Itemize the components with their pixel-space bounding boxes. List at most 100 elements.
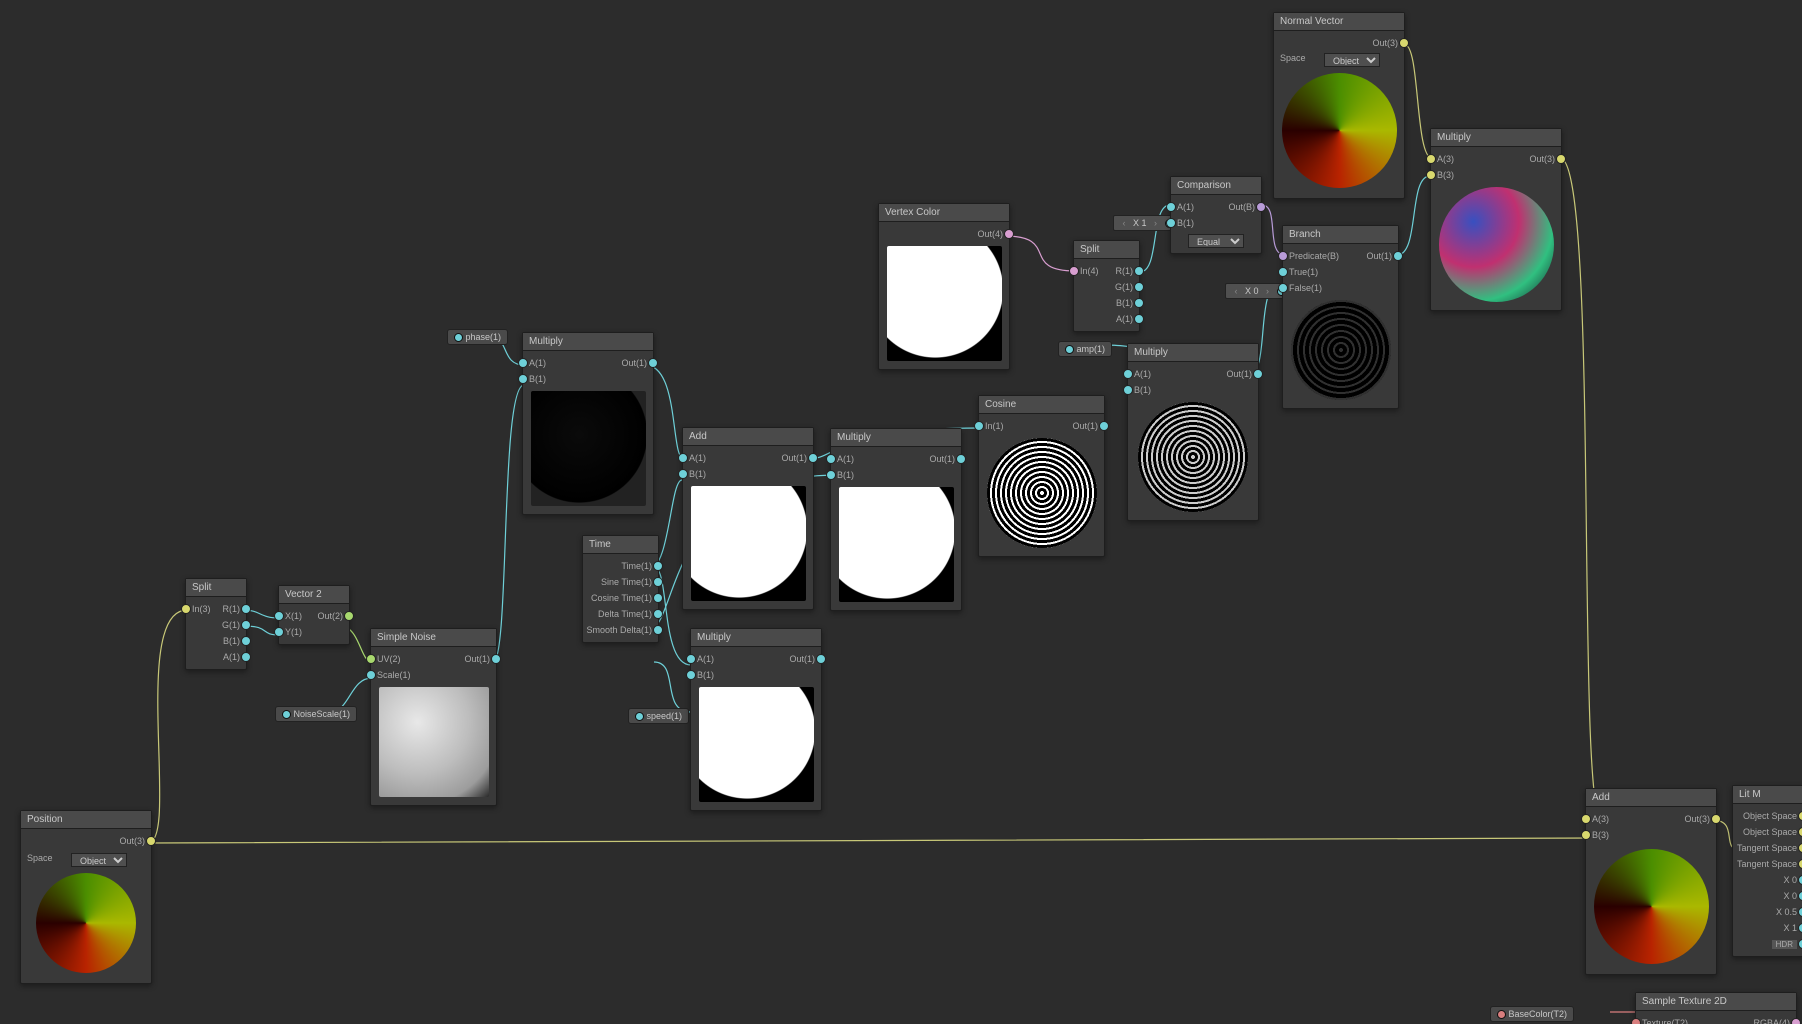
node-title[interactable]: Vertex Color xyxy=(879,204,1009,222)
node-multiply[interactable]: Multiply A(1)Out(1) B(1) xyxy=(830,428,962,611)
node-add[interactable]: Add A(1)Out(1) B(1) xyxy=(682,427,814,610)
node-title[interactable]: Sample Texture 2D xyxy=(1636,993,1796,1011)
port-in[interactable] xyxy=(1069,266,1079,276)
node-title[interactable]: Multiply xyxy=(1128,344,1258,362)
port-out[interactable] xyxy=(635,712,644,721)
port[interactable] xyxy=(1798,939,1802,949)
port[interactable] xyxy=(1798,859,1802,869)
node-normal-vector[interactable]: Normal Vector Out(3) SpaceObject xyxy=(1273,12,1405,199)
node-multiply[interactable]: Multiply A(1)Out(1) B(1) xyxy=(522,332,654,515)
node-title[interactable]: Vector 2 xyxy=(279,586,349,604)
space-select[interactable]: Object xyxy=(71,853,127,867)
drag-x[interactable]: ‹ xyxy=(1119,218,1129,228)
port-a[interactable] xyxy=(826,454,836,464)
port-uv[interactable] xyxy=(366,654,376,664)
port-tex[interactable] xyxy=(1631,1018,1641,1024)
drag-x[interactable]: › xyxy=(1151,218,1161,228)
node-title[interactable]: Lit M xyxy=(1733,786,1802,804)
node-sample-texture-2d[interactable]: Sample Texture 2D Texture(T2)RGBA(4) xyxy=(1635,992,1797,1024)
node-split[interactable]: Split In(3)R(1) G(1) B(1) A(1) xyxy=(185,578,247,670)
port[interactable] xyxy=(1798,891,1802,901)
node-time[interactable]: Time Time(1) Sine Time(1) Cosine Time(1)… xyxy=(582,535,659,643)
node-cosine[interactable]: Cosine In(1)Out(1) xyxy=(978,395,1105,557)
port-out[interactable] xyxy=(816,654,826,664)
port-out[interactable] xyxy=(1711,814,1721,824)
port-out[interactable] xyxy=(344,611,354,621)
node-title[interactable]: Multiply xyxy=(523,333,653,351)
node-title[interactable]: Add xyxy=(1586,789,1716,807)
node-title[interactable]: Comparison xyxy=(1171,177,1261,195)
port-b[interactable] xyxy=(518,374,528,384)
port-g[interactable] xyxy=(1134,282,1144,292)
port-y[interactable] xyxy=(274,627,284,637)
port-out[interactable] xyxy=(282,710,291,719)
port-x[interactable] xyxy=(274,611,284,621)
port-out[interactable] xyxy=(146,836,156,846)
node-title[interactable]: Add xyxy=(683,428,813,446)
port-predicate[interactable] xyxy=(1278,251,1288,261)
port-time[interactable] xyxy=(653,561,663,571)
port-out[interactable] xyxy=(1399,38,1409,48)
port-delta[interactable] xyxy=(653,609,663,619)
port-a[interactable] xyxy=(1166,202,1176,212)
drag-x[interactable]: › xyxy=(1263,286,1273,296)
port-smooth[interactable] xyxy=(653,625,663,635)
port-rgba[interactable] xyxy=(1791,1018,1801,1024)
space-select[interactable]: Object xyxy=(1324,53,1380,67)
port-a[interactable] xyxy=(686,654,696,664)
node-branch[interactable]: Branch Predicate(B)Out(1) True(1) False(… xyxy=(1282,225,1399,409)
port-r[interactable] xyxy=(241,604,251,614)
port-g[interactable] xyxy=(241,620,251,630)
node-title[interactable]: Normal Vector xyxy=(1274,13,1404,31)
port-out[interactable] xyxy=(1556,154,1566,164)
node-title[interactable]: Cosine xyxy=(979,396,1104,414)
port-a[interactable] xyxy=(1581,814,1591,824)
port-a[interactable] xyxy=(518,358,528,368)
port-cosine[interactable] xyxy=(653,593,663,603)
port-out[interactable] xyxy=(1065,345,1074,354)
port-a[interactable] xyxy=(1123,369,1133,379)
node-comparison[interactable]: Comparison A(1)Out(B) B(1) Equal xyxy=(1170,176,1262,254)
node-multiply[interactable]: Multiply A(1)Out(1) B(1) xyxy=(690,628,822,811)
port-out[interactable] xyxy=(1099,421,1109,431)
port-out[interactable] xyxy=(1393,251,1403,261)
drag-x[interactable]: ‹ xyxy=(1231,286,1241,296)
prop-amp[interactable]: amp(1) xyxy=(1058,341,1112,357)
node-title[interactable]: Multiply xyxy=(1431,129,1561,147)
node-title[interactable]: Branch xyxy=(1283,226,1398,244)
port-out[interactable] xyxy=(454,333,463,342)
port-b[interactable] xyxy=(1166,218,1176,228)
node-simple-noise[interactable]: Simple Noise UV(2)Out(1) Scale(1) xyxy=(370,628,497,806)
port[interactable] xyxy=(1798,827,1802,837)
prop-basecolor[interactable]: BaseColor(T2) xyxy=(1490,1006,1574,1022)
port-out[interactable] xyxy=(491,654,501,664)
port-true[interactable] xyxy=(1278,267,1288,277)
port-b[interactable] xyxy=(686,670,696,680)
prop-noisescale[interactable]: NoiseScale(1) xyxy=(275,706,357,722)
port-out[interactable] xyxy=(808,453,818,463)
port-b[interactable] xyxy=(1123,385,1133,395)
port-r[interactable] xyxy=(1134,266,1144,276)
port-b[interactable] xyxy=(1426,170,1436,180)
port-b[interactable] xyxy=(1581,830,1591,840)
port-out[interactable] xyxy=(1253,369,1263,379)
node-multiply[interactable]: Multiply A(3)Out(3) B(3) xyxy=(1430,128,1562,311)
node-vertex-color[interactable]: Vertex Color Out(4) xyxy=(878,203,1010,370)
port-in[interactable] xyxy=(181,604,191,614)
port-scale[interactable] xyxy=(366,670,376,680)
port-out[interactable] xyxy=(648,358,658,368)
prop-speed[interactable]: speed(1) xyxy=(628,708,689,724)
node-title[interactable]: Simple Noise xyxy=(371,629,496,647)
port-sine[interactable] xyxy=(653,577,663,587)
port-false[interactable] xyxy=(1278,283,1288,293)
port-b[interactable] xyxy=(241,636,251,646)
port-a[interactable] xyxy=(1426,154,1436,164)
node-lit-master[interactable]: Lit M Object Space Object Space Tangent … xyxy=(1732,785,1802,957)
port-out[interactable] xyxy=(1497,1010,1506,1019)
node-title[interactable]: Multiply xyxy=(831,429,961,447)
port[interactable] xyxy=(1798,923,1802,933)
prop-phase[interactable]: phase(1) xyxy=(447,329,508,345)
port-a[interactable] xyxy=(1134,314,1144,324)
node-position[interactable]: Position Out(3) SpaceObject xyxy=(20,810,152,984)
node-title[interactable]: Multiply xyxy=(691,629,821,647)
